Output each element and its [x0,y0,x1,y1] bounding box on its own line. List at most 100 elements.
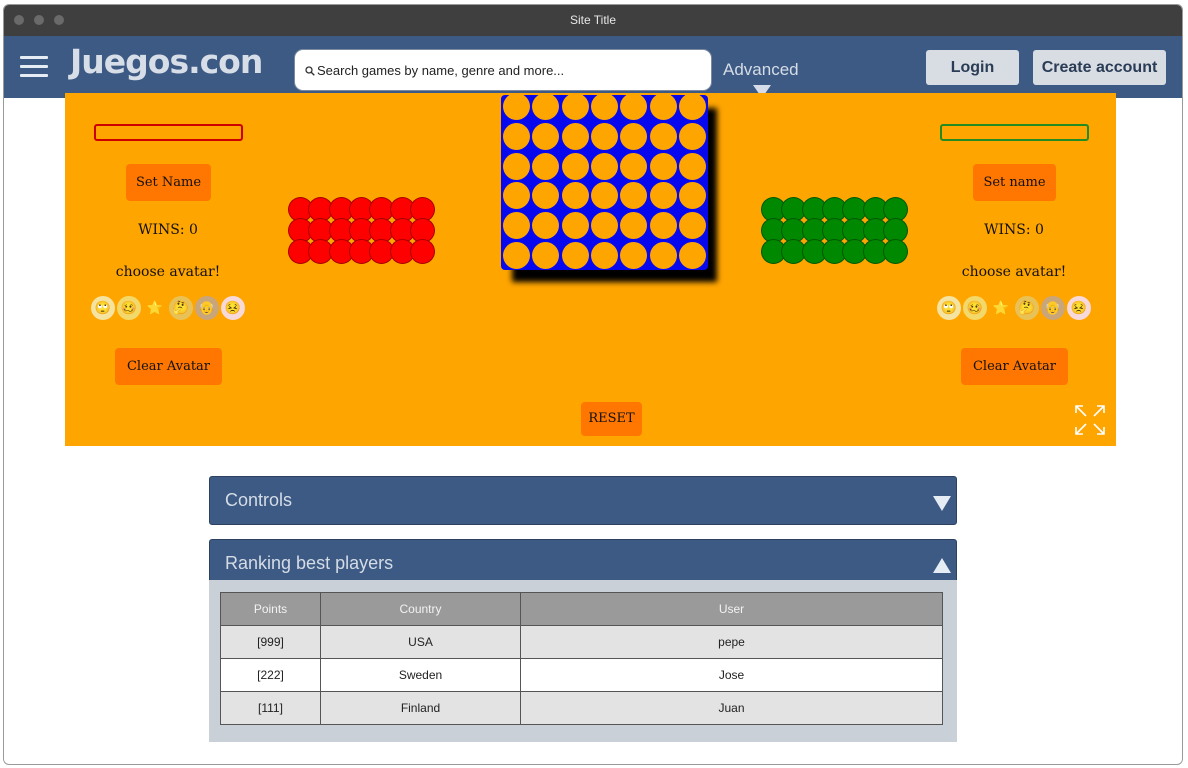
board-slot[interactable] [649,212,677,240]
search-box [294,49,712,91]
board-slot[interactable] [649,122,677,150]
board-slot[interactable] [590,93,618,120]
cell-country: USA [320,625,521,659]
avatar-option-icon[interactable]: 🤔 [1015,296,1039,320]
board-slot[interactable] [649,242,677,269]
avatar-option-icon[interactable]: 😣 [1067,296,1091,320]
cell-user: pepe [520,625,943,659]
player1-name-box[interactable] [94,124,243,141]
game-chip[interactable] [882,239,908,264]
board-slot[interactable] [649,152,677,180]
window-title: Site Title [569,13,617,27]
avatar-option-icon[interactable]: ⭐ [989,296,1013,320]
search-input[interactable] [317,50,702,90]
board-slot[interactable] [678,212,706,240]
board-slot[interactable] [503,93,530,120]
board-slot[interactable] [503,122,530,150]
board-slot[interactable] [503,182,530,210]
board-slot[interactable] [678,152,706,180]
board-slot[interactable] [503,152,530,180]
avatar-option-icon[interactable]: 🙄 [937,296,961,320]
fullscreen-expand-icon[interactable] [1072,402,1108,438]
board-slot[interactable] [561,122,589,150]
board-slot[interactable] [561,152,589,180]
table-row[interactable]: [111] Finland Juan [220,691,943,725]
hamburger-menu-icon[interactable] [20,56,48,78]
board-slot[interactable] [678,182,706,210]
board-slot[interactable] [532,182,560,210]
player1-clear-avatar-button[interactable]: Clear Avatar [115,348,222,385]
table-row[interactable]: [222] Sweden Jose [220,658,943,692]
board-slot[interactable] [620,182,648,210]
cell-country: Finland [320,691,521,725]
player1-set-name-button[interactable]: Set Name [126,164,211,201]
board-slot[interactable] [590,122,618,150]
cell-points: [999] [220,625,321,659]
board-slot[interactable] [678,122,706,150]
board-slot[interactable] [532,122,560,150]
board-slot[interactable] [503,242,530,269]
player1-wins: WINS: 0 [138,222,198,238]
ranking-title: Ranking best players [225,553,394,573]
player2-choose-avatar-text: choose avatar! [961,264,1067,280]
board-slot[interactable] [590,242,618,269]
avatar-option-icon[interactable]: 👴 [195,296,219,320]
board-slot[interactable] [503,212,530,240]
avatar-option-icon[interactable]: 🤔 [169,296,193,320]
board-slot[interactable] [649,182,677,210]
board-slot[interactable] [620,242,648,269]
ranking-header-row: Points Country User [220,592,943,626]
ranking-accordion-header[interactable]: Ranking best players [209,539,957,584]
create-account-button[interactable]: Create account [1033,50,1166,85]
board-slot[interactable] [678,242,706,269]
table-row[interactable]: [999] USA pepe [220,625,943,659]
controls-accordion-header[interactable]: Controls [209,476,957,525]
board-slot[interactable] [620,122,648,150]
board-slot[interactable] [532,242,560,269]
login-button[interactable]: Login [926,50,1019,85]
board-slot[interactable] [532,152,560,180]
board-slot[interactable] [649,93,677,120]
board-slot[interactable] [678,93,706,120]
board-slot[interactable] [590,212,618,240]
board-slot[interactable] [532,93,560,120]
avatar-option-icon[interactable]: 😣 [221,296,245,320]
reset-button[interactable]: RESET [581,402,642,436]
board-slot[interactable] [620,212,648,240]
cell-country: Sweden [320,658,521,692]
board-slot[interactable] [620,93,648,120]
board-slot[interactable] [561,93,589,120]
board-slot[interactable] [561,212,589,240]
controls-title: Controls [225,490,293,510]
game-board[interactable] [501,93,708,270]
board-slot[interactable] [590,182,618,210]
column-header-user[interactable]: User [520,592,943,626]
ranking-table: Points Country User [999] USA pepe [222]… [220,592,943,725]
advanced-search-link[interactable]: Advanced [723,60,799,80]
avatar-option-icon[interactable]: 🙄 [91,296,115,320]
board-slot[interactable] [532,212,560,240]
player2-name-box[interactable] [940,124,1089,141]
board-slot[interactable] [561,242,589,269]
site-logo[interactable]: Juegos.con [70,42,263,81]
cell-points: [222] [220,658,321,692]
connect-four-game: Set Name WINS: 0 choose avatar! 🙄 🥴 ⭐ 🤔 👴 😣 C… [65,93,1116,446]
player2-set-name-button[interactable]: Set name [973,164,1056,201]
avatar-option-icon[interactable]: ⭐ [143,296,167,320]
avatar-option-icon[interactable]: 🥴 [963,296,987,320]
column-header-points[interactable]: Points [220,592,321,626]
board-slot[interactable] [620,152,648,180]
avatar-option-icon[interactable]: 👴 [1041,296,1065,320]
avatar-option-icon[interactable]: 🥴 [117,296,141,320]
search-icon [305,66,315,76]
title-bar: Site Title [4,5,1182,36]
game-chip[interactable] [409,239,435,264]
expand-down-icon[interactable] [933,496,951,511]
column-header-country[interactable]: Country [320,592,521,626]
board-slot[interactable] [561,182,589,210]
collapse-up-icon[interactable] [933,558,951,573]
cell-points: [111] [220,691,321,725]
site-header: Juegos.con Advanced Login Create account [4,36,1182,98]
board-slot[interactable] [590,152,618,180]
player2-clear-avatar-button[interactable]: Clear Avatar [961,348,1068,385]
